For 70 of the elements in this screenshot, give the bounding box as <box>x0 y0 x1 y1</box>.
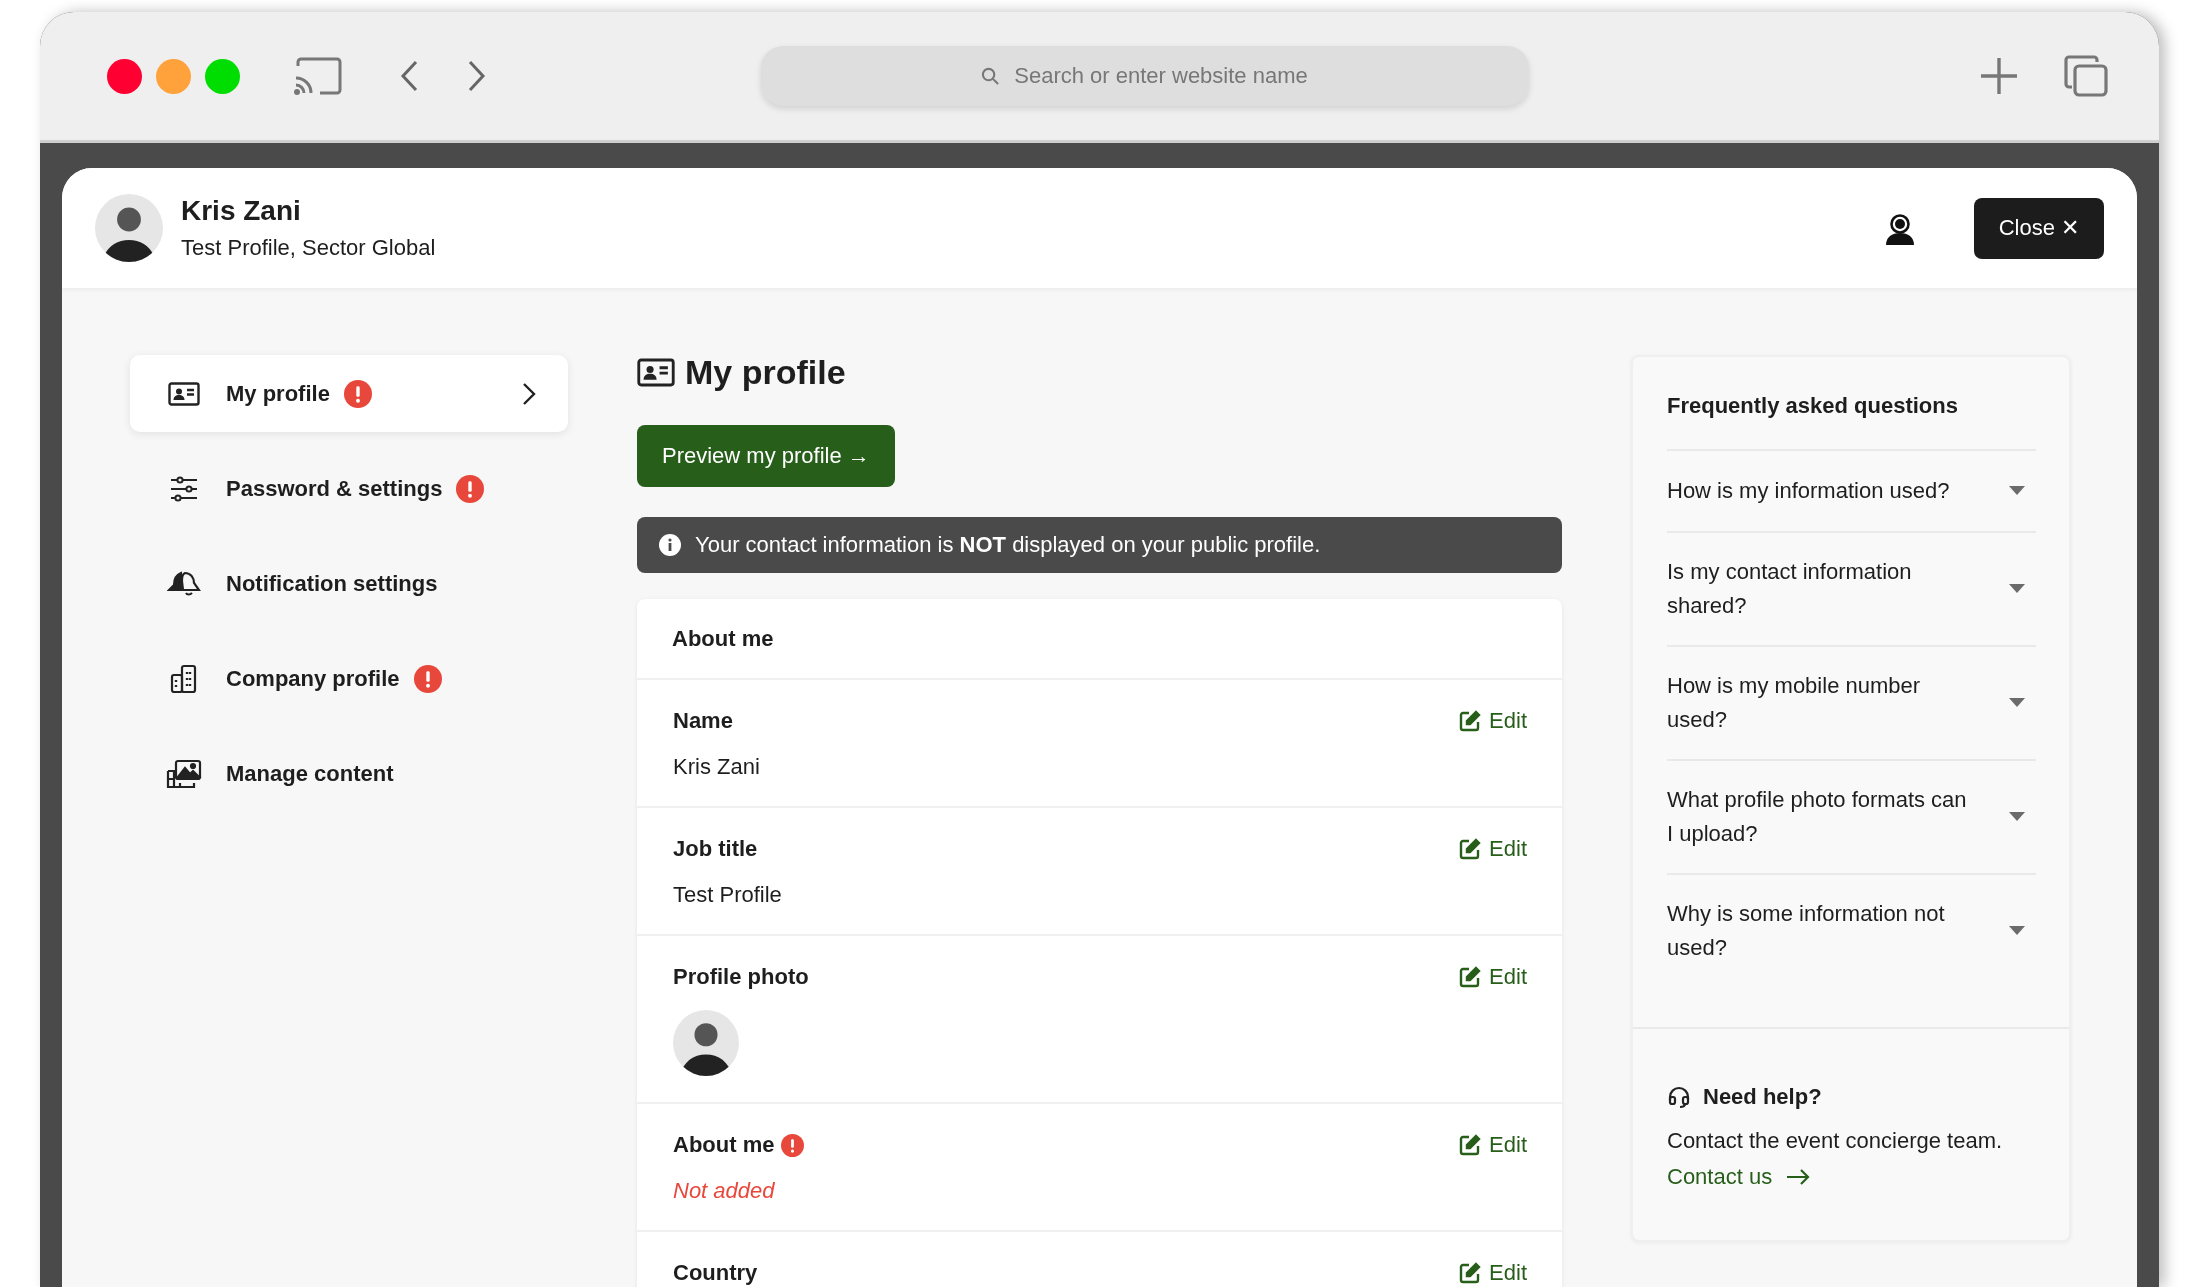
faq-item[interactable]: What profile photo formats can I upload? <box>1667 761 2036 875</box>
cast-icon[interactable] <box>292 56 344 96</box>
alert-icon <box>456 474 485 503</box>
id-card-icon <box>168 381 200 406</box>
window-control-icon[interactable] <box>107 58 142 94</box>
faq-item[interactable]: Is my contact information shared? <box>1667 533 2036 647</box>
card-heading: About me <box>637 599 1562 680</box>
sidebar-item-label: My profile <box>226 380 330 407</box>
edit-link[interactable]: Edit <box>1459 708 1527 734</box>
back-icon[interactable] <box>400 60 418 92</box>
help-title: Need help? <box>1703 1084 1822 1110</box>
preview-profile-button[interactable]: Preview my profile → <box>637 425 895 487</box>
help-text: Contact the event concierge team. <box>1667 1128 2004 1154</box>
faq-question: How is my information used? <box>1667 477 1951 505</box>
missing-value: Not added <box>673 1178 776 1204</box>
field-label: Name <box>673 708 733 734</box>
edit-icon <box>1459 710 1482 732</box>
field-value: Kris Zani <box>673 754 761 780</box>
faq-question: How is my mobile number used? <box>1667 672 1922 734</box>
building-icon <box>170 663 198 694</box>
chevron-right-icon <box>522 381 536 406</box>
faq-question: Why is some information not used? <box>1667 900 1946 962</box>
search-icon <box>981 66 1001 86</box>
images-icon <box>166 758 202 789</box>
sidebar-item[interactable]: Password & settings <box>130 450 568 527</box>
close-button[interactable]: Close ✕ <box>1973 197 2104 259</box>
forward-icon[interactable] <box>468 60 486 92</box>
alert-icon <box>413 664 442 693</box>
faq-question: What profile photo formats can I upload? <box>1667 786 1968 848</box>
field-label: Profile photo <box>673 964 809 990</box>
field-label: Country <box>673 1260 758 1286</box>
sidebar-item-label: Notification settings <box>226 570 438 597</box>
bell-icon <box>167 569 201 598</box>
user-name: Kris Zani <box>181 195 302 227</box>
sidebar-item[interactable]: Company profile <box>130 640 568 717</box>
faq-item[interactable]: Why is some information not used? <box>1667 875 2036 987</box>
plus-icon[interactable] <box>1979 56 2019 96</box>
field-label: Job title <box>673 836 758 862</box>
faq-title: Frequently asked questions <box>1667 393 2036 451</box>
sidebar-item-label: Company profile <box>226 665 400 692</box>
edit-icon <box>1459 838 1482 860</box>
edit-link[interactable]: Edit <box>1459 964 1527 990</box>
field-value: Test Profile <box>673 882 783 908</box>
edit-link[interactable]: Edit <box>1459 836 1527 862</box>
sliders-icon <box>169 475 199 502</box>
headset-icon <box>1667 1085 1691 1109</box>
sidebar-item[interactable]: My profile <box>130 355 568 432</box>
edit-icon <box>1459 1262 1482 1284</box>
tabs-icon[interactable] <box>2063 54 2109 98</box>
faq-question: Is my contact information shared? <box>1667 558 1913 620</box>
faq-item[interactable]: How is my mobile number used? <box>1667 647 2036 761</box>
edit-link[interactable]: Edit <box>1459 1132 1527 1158</box>
edit-link[interactable]: Edit <box>1459 1260 1527 1286</box>
sidebar-item-label: Manage content <box>226 760 394 787</box>
edit-icon <box>1459 966 1482 988</box>
user-subtitle: Test Profile, Sector Global <box>181 235 436 261</box>
arrow-right-icon <box>1786 1169 1811 1185</box>
field-label: About me <box>673 1132 775 1158</box>
page-title: My profile <box>685 352 846 392</box>
info-icon <box>659 534 681 556</box>
info-banner-text: Your contact information is NOT displayed on your public profile. <box>695 532 1321 558</box>
alert-icon <box>343 379 372 408</box>
contact-link[interactable]: Contact us <box>1667 1164 1811 1190</box>
sidebar-item[interactable]: Manage content <box>130 735 568 812</box>
sidebar-item-label: Password & settings <box>226 475 443 502</box>
sidebar-item[interactable]: Notification settings <box>130 545 568 622</box>
support-agent-icon[interactable] <box>1883 211 1916 245</box>
faq-item[interactable]: How is my information used? <box>1667 451 2036 533</box>
id-card-icon <box>637 357 675 387</box>
edit-icon <box>1459 1134 1482 1156</box>
